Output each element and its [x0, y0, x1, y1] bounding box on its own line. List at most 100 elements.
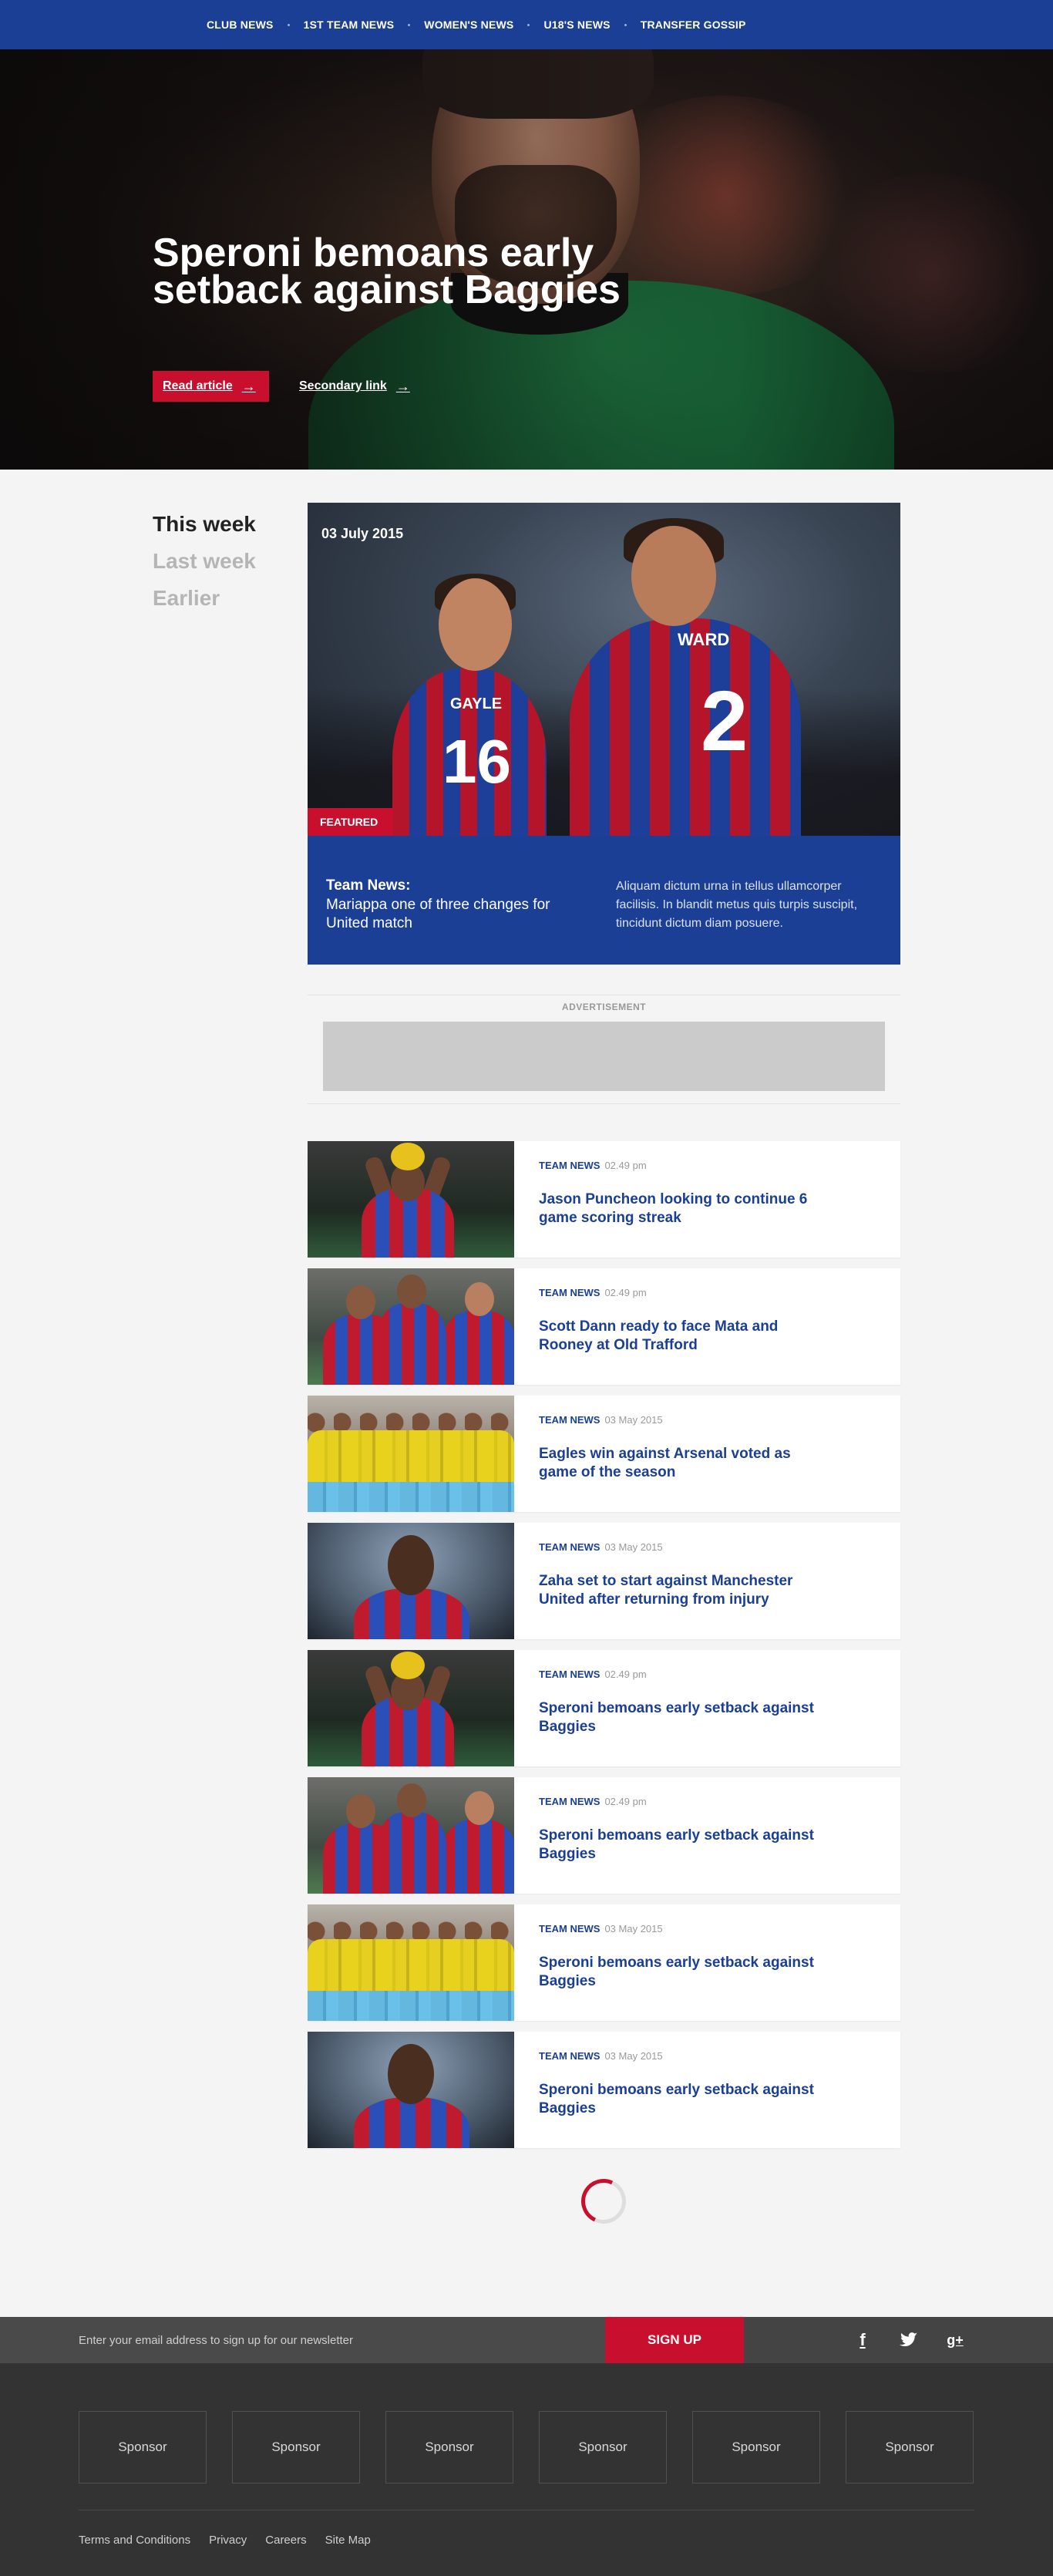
sponsor-logo[interactable]: Sponsor — [385, 2411, 513, 2483]
filter-earlier[interactable]: Earlier — [153, 580, 256, 617]
advertisement-slot[interactable] — [323, 1022, 885, 1091]
featured-article[interactable]: GAYLE 16 WARD 2 03 July 2015 FEATURED Te… — [308, 503, 900, 965]
article-title[interactable]: Speroni bemoans early setback against Ba… — [539, 1827, 832, 1864]
facebook-icon[interactable]: f — [852, 2329, 873, 2351]
arrow-right-icon: → — [395, 378, 410, 394]
article-title[interactable]: Zaha set to start against Manchester Uni… — [539, 1572, 832, 1609]
filter-last-week[interactable]: Last week — [153, 543, 256, 580]
article-time: 02.49 pm — [604, 1160, 647, 1171]
article-meta: TEAM NEWS 02.49 pm — [539, 1160, 647, 1171]
article-category[interactable]: TEAM NEWS — [539, 1669, 600, 1680]
thumb-head — [397, 1783, 426, 1817]
article-thumbnail[interactable] — [308, 2032, 514, 2148]
nav-link-womens-news[interactable]: WOMEN'S NEWS — [424, 19, 513, 31]
article-meta: TEAM NEWS 03 May 2015 — [539, 1541, 663, 1553]
signup-button[interactable]: SIGN UP — [605, 2317, 744, 2363]
jersey-name-ward: WARD — [678, 630, 730, 649]
sponsor-logo[interactable]: Sponsor — [79, 2411, 207, 2483]
thumb-shirts — [308, 1939, 514, 1993]
article-category[interactable]: TEAM NEWS — [539, 1414, 600, 1426]
article-title[interactable]: Eagles win against Arsenal voted as game… — [539, 1445, 832, 1482]
sponsor-logo[interactable]: Sponsor — [846, 2411, 974, 2483]
twitter-icon[interactable] — [898, 2329, 920, 2351]
thumb-head — [346, 1794, 375, 1828]
article-meta: TEAM NEWS 02.49 pm — [539, 1287, 647, 1298]
secondary-link[interactable]: Secondary link → — [299, 371, 410, 402]
hero-headline[interactable]: Speroni bemoans early setback against Ba… — [153, 233, 631, 310]
thumb-head — [465, 1791, 494, 1825]
sponsor-row: Sponsor Sponsor Sponsor Sponsor Sponsor … — [79, 2411, 974, 2483]
article-thumbnail[interactable] — [308, 1777, 514, 1894]
article-time: 03 May 2015 — [604, 2050, 663, 2062]
article-card[interactable]: TEAM NEWS 03 May 2015 Zaha set to start ag… — [308, 1523, 900, 1639]
top-navigation: CLUB NEWS 1ST TEAM NEWS WOMEN'S NEWS U18… — [0, 0, 1053, 49]
sponsor-logo[interactable]: Sponsor — [232, 2411, 360, 2483]
article-card[interactable]: TEAM NEWS 02.49 pm Scott Dann ready to fac… — [308, 1268, 900, 1385]
read-article-button[interactable]: Read article → — [153, 371, 269, 402]
nav-link-1st-team-news[interactable]: 1ST TEAM NEWS — [304, 19, 395, 31]
jersey-name-gayle: GAYLE — [450, 695, 503, 712]
sponsor-logo[interactable]: Sponsor — [692, 2411, 820, 2483]
article-category[interactable]: TEAM NEWS — [539, 2050, 600, 2062]
footer-link-privacy[interactable]: Privacy — [209, 2534, 247, 2547]
footer-link-site-map[interactable]: Site Map — [325, 2534, 371, 2547]
footer-link-careers[interactable]: Careers — [265, 2534, 306, 2547]
article-category[interactable]: TEAM NEWS — [539, 1541, 600, 1553]
thumb-shorts — [308, 1482, 514, 1512]
thumb-shirts — [308, 1430, 514, 1484]
article-thumbnail[interactable] — [308, 1268, 514, 1385]
featured-subtitle[interactable]: Mariappa one of three changes for United… — [326, 896, 565, 933]
article-time: 03 May 2015 — [604, 1414, 663, 1426]
arrow-right-icon: → — [241, 378, 256, 394]
nav-link-u18s-news[interactable]: U18'S NEWS — [543, 19, 610, 31]
nav-link-club-news[interactable]: CLUB NEWS — [207, 19, 274, 31]
player-ward-shirt — [570, 618, 801, 836]
loading-spinner — [574, 2172, 633, 2231]
article-thumbnail[interactable] — [308, 1396, 514, 1512]
newsletter-bar: SIGN UP f g+ — [0, 2317, 1053, 2363]
article-meta: TEAM NEWS 02.49 pm — [539, 1669, 647, 1680]
article-category[interactable]: TEAM NEWS — [539, 1160, 600, 1171]
article-thumbnail[interactable] — [308, 1141, 514, 1258]
thumb-head — [388, 1535, 434, 1595]
footer-links: Terms and Conditions Privacy Careers Sit… — [79, 2534, 389, 2547]
article-card[interactable]: TEAM NEWS 02.49 pm Jason Puncheon looking … — [308, 1141, 900, 1258]
article-card[interactable]: TEAM NEWS 02.49 pm Speroni bemoans early s… — [308, 1650, 900, 1766]
nav-link-transfer-gossip[interactable]: TRANSFER GOSSIP — [641, 19, 746, 31]
article-title[interactable]: Scott Dann ready to face Mata and Rooney… — [539, 1318, 832, 1355]
thumb-shirt — [377, 1303, 446, 1385]
article-thumbnail[interactable] — [308, 1650, 514, 1766]
article-card[interactable]: TEAM NEWS 02.49 pm Speroni bemoans early s… — [308, 1777, 900, 1894]
article-card[interactable]: TEAM NEWS 03 May 2015 Speroni bemoans earl… — [308, 2032, 900, 2148]
article-thumbnail[interactable] — [308, 1904, 514, 2021]
nav-list: CLUB NEWS 1ST TEAM NEWS WOMEN'S NEWS U18… — [207, 0, 746, 49]
secondary-link-label: Secondary link — [299, 379, 387, 392]
google-plus-icon[interactable]: g+ — [944, 2329, 966, 2351]
article-title[interactable]: Jason Puncheon looking to continue 6 gam… — [539, 1190, 832, 1227]
filter-this-week[interactable]: This week — [153, 506, 256, 543]
thumb-ball — [391, 1143, 425, 1170]
article-time: 03 May 2015 — [604, 1541, 663, 1553]
article-category[interactable]: TEAM NEWS — [539, 1923, 600, 1935]
nav-item-womens-news: WOMEN'S NEWS — [424, 19, 543, 31]
article-title[interactable]: Speroni bemoans early setback against Ba… — [539, 1954, 832, 1991]
featured-title[interactable]: Team News: — [326, 877, 410, 894]
article-time: 02.49 pm — [604, 1287, 647, 1298]
featured-photo: GAYLE 16 WARD 2 03 July 2015 FEATURED — [308, 503, 900, 836]
article-category[interactable]: TEAM NEWS — [539, 1796, 600, 1807]
article-category[interactable]: TEAM NEWS — [539, 1287, 600, 1298]
player-ward-head — [631, 526, 716, 626]
thumb-shirt — [354, 1588, 469, 1639]
article-thumbnail[interactable] — [308, 1523, 514, 1639]
newsletter-email-input[interactable] — [0, 2317, 605, 2363]
article-title[interactable]: Speroni bemoans early setback against Ba… — [539, 2081, 832, 2118]
sponsor-logo[interactable]: Sponsor — [539, 2411, 667, 2483]
hero-banner: Speroni bemoans early setback against Ba… — [0, 49, 1053, 470]
article-card[interactable]: TEAM NEWS 03 May 2015 Eagles win against A… — [308, 1396, 900, 1512]
thumb-head — [465, 1282, 494, 1316]
article-title[interactable]: Speroni bemoans early setback against Ba… — [539, 1699, 832, 1736]
thumb-shirt — [354, 2097, 469, 2148]
article-card[interactable]: TEAM NEWS 03 May 2015 Speroni bemoans earl… — [308, 1904, 900, 2021]
footer-link-terms[interactable]: Terms and Conditions — [79, 2534, 190, 2547]
article-meta: TEAM NEWS 03 May 2015 — [539, 1414, 663, 1426]
